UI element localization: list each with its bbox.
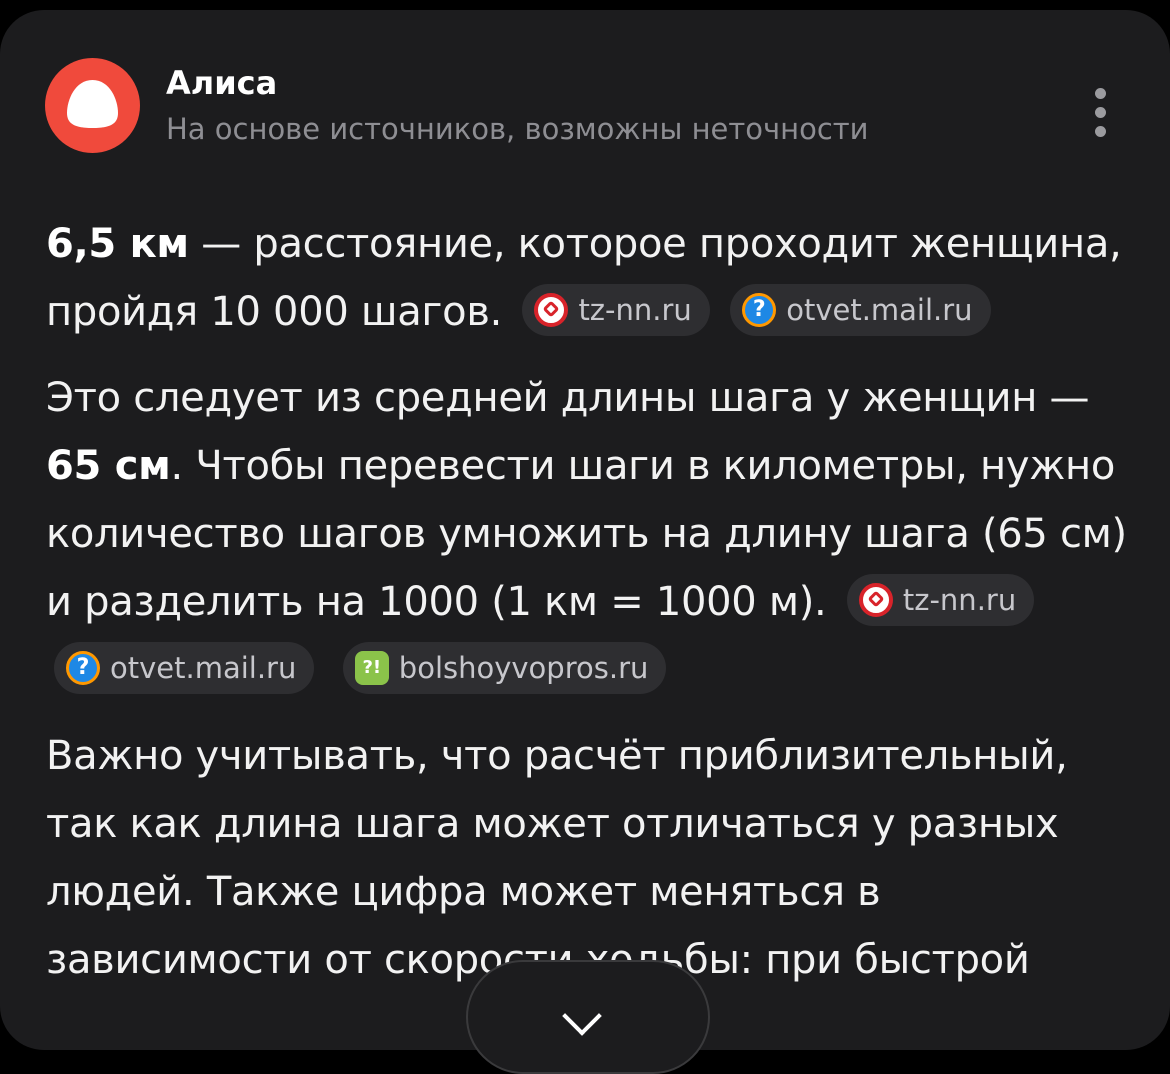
alice-logo-icon: [45, 58, 140, 153]
paragraph-3: Важно учитывать, что расчёт приблизитель…: [46, 722, 1136, 994]
tz-nn-site-icon: [858, 583, 893, 617]
highlight-distance: 6,5 км: [46, 221, 189, 267]
paragraph-1: 6,5 км — расстояние, которое проходит же…: [46, 210, 1136, 346]
bolshoyvopros-site-icon: ?!: [354, 651, 389, 685]
chevron-down-icon: [562, 996, 602, 1036]
highlight-step-length: 65 см: [46, 443, 171, 489]
otvet-mail-site-icon: ?: [66, 651, 100, 685]
source-chip-tz-nn[interactable]: tz-nn.ru: [522, 284, 710, 336]
source-label: tz-nn.ru: [578, 293, 692, 327]
source-label: bolshoyvopros.ru: [398, 651, 649, 685]
answer-card: Алиса На основе источников, возможны нет…: [0, 10, 1170, 1050]
source-chip-otvet-mail[interactable]: ? otvet.mail.ru: [54, 642, 315, 694]
source-chip-otvet-mail[interactable]: ? otvet.mail.ru: [730, 284, 991, 336]
source-label: tz-nn.ru: [902, 583, 1017, 617]
assistant-name: Алиса: [166, 64, 278, 102]
disclaimer-text: На основе источников, возможны неточност…: [166, 112, 869, 146]
paragraph-text: Это следует из средней длины шага у женщ…: [46, 375, 1090, 421]
otvet-mail-site-icon: ?: [742, 293, 777, 327]
source-chip-bolshoyvopros[interactable]: ?! bolshoyvopros.ru: [342, 642, 667, 694]
tz-nn-site-icon: [534, 293, 569, 327]
answer-header: Алиса На основе источников, возможны нет…: [45, 58, 1125, 168]
source-label: otvet.mail.ru: [110, 651, 297, 685]
answer-body: 6,5 км — расстояние, которое проходит же…: [46, 210, 1136, 1012]
scroll-down-button[interactable]: [466, 960, 710, 1074]
paragraph-2: Это следует из средней длины шага у женщ…: [46, 364, 1136, 704]
paragraph-text: Важно учитывать, что расчёт приблизитель…: [46, 733, 1068, 983]
more-vertical-icon[interactable]: [1085, 88, 1117, 140]
source-chip-tz-nn[interactable]: tz-nn.ru: [846, 574, 1035, 626]
source-label: otvet.mail.ru: [786, 293, 973, 327]
